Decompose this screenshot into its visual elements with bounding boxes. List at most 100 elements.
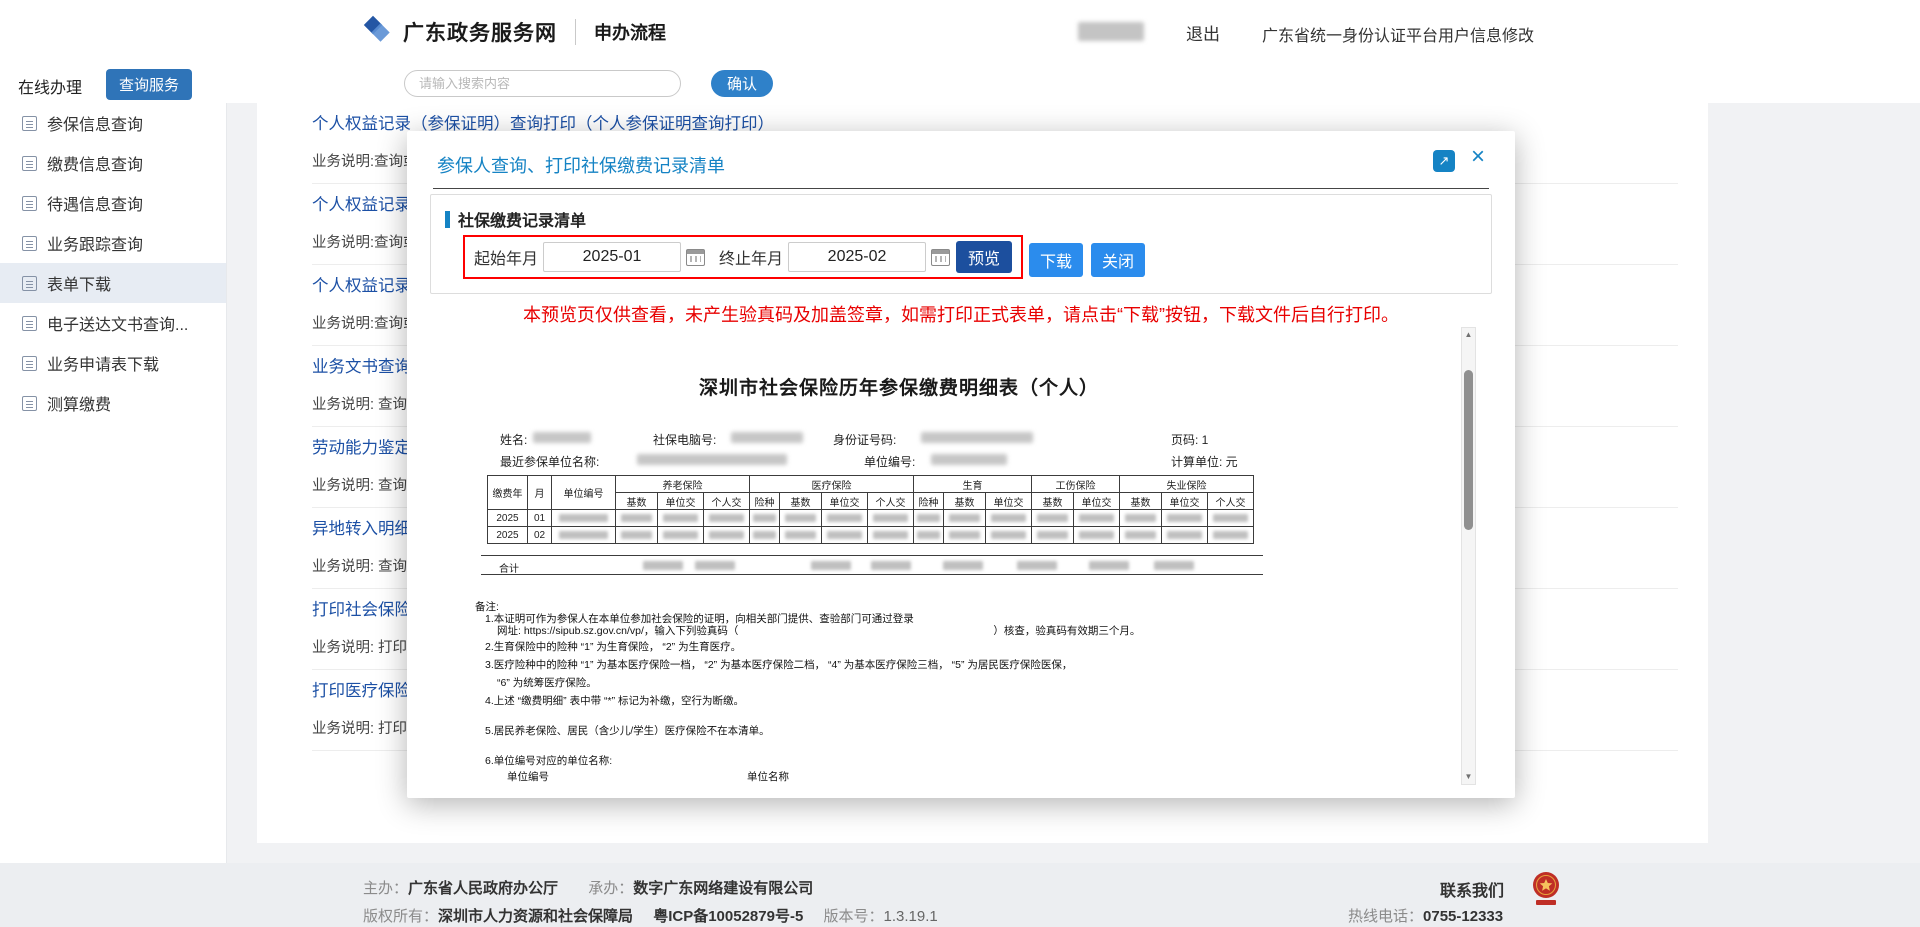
undertake-label: 承办：: [588, 880, 634, 897]
redacted-cell: [657, 526, 704, 544]
calc-unit: 计算单位: 元: [1171, 455, 1238, 469]
tab-query-service-active[interactable]: 查询服务: [106, 69, 193, 100]
col-header: 险种: [913, 492, 944, 510]
sidebar-item-label: 待遇信息查询: [47, 197, 144, 214]
group-header: 医疗保险: [749, 475, 914, 493]
redacted-cell: [703, 526, 750, 544]
redacted-cell: [867, 509, 914, 527]
sidebar-item-application-form[interactable]: 业务申请表下载: [0, 343, 226, 383]
panel-header: 社保缴费记录清单: [445, 207, 586, 231]
col-header: 月: [527, 475, 552, 510]
name-label: 姓名:: [500, 433, 528, 447]
table-data-row: 2025 02: [487, 526, 1254, 544]
redacted-cell: [551, 526, 616, 544]
hotline-number: 0755-12333: [1423, 908, 1504, 925]
end-month-input[interactable]: [788, 242, 927, 272]
name-value-redacted: [533, 432, 591, 443]
sidebar-item-payment-info[interactable]: 缴费信息查询: [0, 143, 226, 183]
year-cell: 2025: [487, 526, 528, 544]
scroll-up-arrow-icon[interactable]: ▲: [1462, 328, 1475, 342]
redacted-cell: [615, 509, 658, 527]
host-value: 广东省人民政府办公厅: [408, 880, 559, 897]
date-range-highlight-box: 起始年月 终止年月 预览: [463, 235, 1023, 279]
sidebar-item-e-delivery-doc[interactable]: 电子送达文书查询...: [0, 303, 226, 343]
scrollbar-thumb[interactable]: [1464, 370, 1473, 530]
note-line: 4.上述 “缴费明细” 表中带 “*” 标记为补缴，空行为断缴。: [485, 695, 744, 707]
scroll-down-arrow-icon[interactable]: ▼: [1462, 770, 1475, 784]
benefit-info-icon: [22, 195, 37, 211]
download-button[interactable]: 下载: [1029, 243, 1083, 277]
sidebar-item-label: 参保信息查询: [47, 117, 144, 134]
col-header: 险种: [749, 492, 780, 510]
page-number: 页码: 1: [1171, 433, 1209, 447]
hotline: 热线电话：0755-12333: [1348, 905, 1503, 926]
col-header: 单位交: [821, 492, 868, 510]
note-line: 3.医疗险种中的险种 “1” 为基本医疗保险一档， “2” 为基本医疗保险二档，…: [485, 659, 1073, 671]
total-redacted: [1154, 561, 1194, 570]
col-header: 单位交: [985, 492, 1032, 510]
application-form-icon: [22, 355, 37, 371]
brand-group: 广东政务服务网 申办流程: [363, 0, 666, 64]
business-tracking-icon: [22, 235, 37, 251]
computer-no-label: 社保电脑号:: [653, 433, 717, 447]
close-icon[interactable]: ×: [1471, 145, 1485, 169]
close-button[interactable]: 关闭: [1091, 243, 1145, 277]
total-redacted: [1089, 561, 1129, 570]
footer-host-line: 主办：广东省人民政府办公厅 承办：数字广东网络建设有限公司: [363, 877, 813, 898]
search-input[interactable]: [404, 70, 681, 97]
sidebar-item-form-download[interactable]: 表单下载: [0, 263, 226, 303]
redacted-cell: [943, 509, 986, 527]
col-header: 单位交: [1161, 492, 1208, 510]
open-new-window-icon[interactable]: ↗: [1433, 150, 1455, 172]
top-header: 广东政务服务网 申办流程 退出 广东省统一身份认证平台用户信息修改: [0, 0, 1920, 64]
redacted-cell: [779, 509, 822, 527]
contact-us[interactable]: 联系我们: [1440, 877, 1504, 901]
note-line: 网址: https://sipub.sz.gov.cn/vp/，输入下列验真码（…: [497, 623, 1140, 638]
start-month-label: 起始年月: [474, 251, 539, 268]
username-redacted: [1078, 22, 1144, 41]
payment-calc-icon: [22, 395, 37, 411]
redacted-cell: [615, 526, 658, 544]
header-divider: [575, 19, 576, 45]
unit-no-label: 单位编号:: [864, 455, 916, 469]
national-emblem-icon: [1531, 871, 1561, 916]
col-header: 基数: [943, 492, 986, 510]
calendar-icon[interactable]: [686, 248, 706, 266]
payment-detail-table: 缴费年 月 单位编号 养老保险 医疗保险 生育 工伤保险 失业保险 基数 单位交…: [487, 475, 1254, 544]
total-redacted: [643, 561, 683, 570]
account-info-link[interactable]: 广东省统一身份认证平台用户信息修改: [1262, 22, 1534, 46]
sidebar-item-benefit-info[interactable]: 待遇信息查询: [0, 183, 226, 223]
note-line: “6” 为统筹医疗保险。: [497, 677, 597, 689]
sidebar-item-insured-info[interactable]: 参保信息查询: [0, 103, 226, 143]
redacted-cell: [1073, 526, 1120, 544]
redacted-cell: [913, 509, 944, 527]
sidebar-item-label: 业务申请表下载: [47, 357, 160, 374]
table-header-row: 缴费年 月 单位编号 养老保险 医疗保险 生育 工伤保险 失业保险: [487, 475, 1254, 510]
redacted-cell: [749, 526, 780, 544]
copyright-label: 版权所有：: [363, 908, 439, 925]
total-redacted: [695, 561, 735, 570]
preview-warning-text: 本预览页仅供查看，未产生验真码及加盖签章，如需打印正式表单，请点击“下载”按钮，…: [523, 305, 1399, 325]
sidebar-item-business-tracking[interactable]: 业务跟踪查询: [0, 223, 226, 263]
confirm-button[interactable]: 确认: [711, 70, 773, 97]
calendar-icon[interactable]: [931, 248, 951, 266]
scrollbar[interactable]: ▲ ▼: [1461, 327, 1476, 785]
start-month-input[interactable]: [543, 242, 682, 272]
host-label: 主办：: [363, 880, 409, 897]
gdzwfw-logo-icon: [363, 15, 393, 50]
redacted-cell: [1119, 509, 1162, 527]
end-month-label: 终止年月: [719, 251, 784, 268]
computer-no-redacted: [731, 432, 803, 443]
col-header: 基数: [779, 492, 822, 510]
e-delivery-doc-icon: [22, 315, 37, 331]
month-cell: 01: [527, 509, 552, 527]
redacted-cell: [985, 509, 1032, 527]
total-redacted: [1017, 561, 1057, 570]
table-data-row: 2025 01: [487, 509, 1254, 527]
logout-link[interactable]: 退出: [1186, 20, 1220, 45]
col-header: 个人交: [703, 492, 750, 510]
preview-button[interactable]: 预览: [956, 241, 1012, 273]
sidebar-item-payment-calc[interactable]: 测算缴费: [0, 383, 226, 423]
footer-copyright-line: 版权所有：深圳市人力资源和社会保障局 粤ICP备10052879号-5 版本号：…: [363, 905, 938, 926]
tab-online-handling[interactable]: 在线办理: [18, 74, 82, 98]
